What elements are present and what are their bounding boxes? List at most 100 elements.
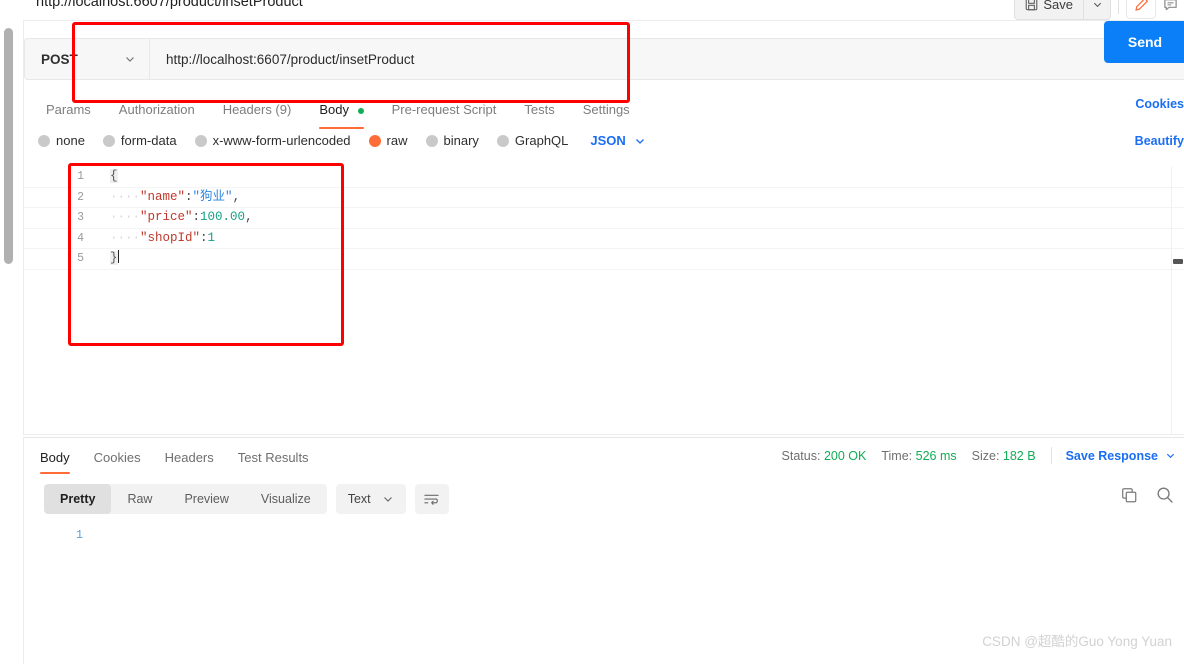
body-type-raw[interactable]: raw <box>368 133 408 148</box>
tab-pre-request-script-label: Pre-request Script <box>391 102 497 117</box>
tab-tests[interactable]: Tests <box>510 96 568 124</box>
floppy-disk-icon <box>1025 0 1038 11</box>
editor-line-number: 4 <box>77 231 84 245</box>
body-type-form-data[interactable]: form-data <box>102 133 177 148</box>
body-type-binary[interactable]: binary <box>425 133 479 148</box>
body-type-form-data-label: form-data <box>120 133 177 148</box>
body-type-urlencoded[interactable]: x-www-form-urlencoded <box>194 133 351 148</box>
editor-line[interactable]: 1 { <box>24 167 1184 188</box>
save-button[interactable]: Save <box>1014 0 1084 20</box>
response-line-number: 1 <box>76 529 83 542</box>
send-button[interactable]: Send <box>1104 21 1184 63</box>
response-toolbar: Pretty Raw Preview Visualize Text <box>44 484 449 514</box>
editor-line-code: } <box>110 250 119 265</box>
response-view-mode-group: Pretty Raw Preview Visualize <box>44 484 327 514</box>
save-toolbar-cluster: Save <box>1014 0 1184 20</box>
save-button-label: Save <box>1043 0 1073 12</box>
tab-body[interactable]: Body <box>305 96 377 129</box>
response-tab-cookies-label: Cookies <box>93 450 141 465</box>
response-type-value: Text <box>347 492 371 506</box>
cookies-link[interactable]: Cookies <box>1135 97 1184 111</box>
view-mode-visualize[interactable]: Visualize <box>245 484 327 514</box>
tab-params-label: Params <box>46 102 91 117</box>
tab-params[interactable]: Params <box>34 96 105 124</box>
save-dropdown-button[interactable] <box>1084 0 1111 20</box>
word-wrap-icon <box>423 492 440 507</box>
response-tab-test-results[interactable]: Test Results <box>226 446 321 470</box>
tab-authorization-label: Authorization <box>118 102 195 117</box>
edit-request-button[interactable] <box>1126 0 1156 19</box>
text-caret <box>117 250 119 263</box>
tab-settings[interactable]: Settings <box>569 96 644 124</box>
http-method-value: POST <box>41 51 78 67</box>
response-tab-test-results-label: Test Results <box>237 450 309 465</box>
body-type-none[interactable]: none <box>38 133 85 148</box>
radio-icon <box>496 134 509 147</box>
url-bar-row: POST http://localhost:6607/product/inset… <box>24 38 1184 80</box>
watermark: CSDN @超酷的Guo Yong Yuan <box>982 634 1172 649</box>
status-label: Status: <box>781 448 821 463</box>
radio-icon <box>38 134 50 147</box>
response-actions <box>1121 486 1174 504</box>
meta-divider <box>1050 447 1052 464</box>
editor-line-number: 5 <box>77 252 84 265</box>
tab-authorization[interactable]: Authorization <box>105 96 209 124</box>
url-input-value: http://localhost:6607/product/insetProdu… <box>166 51 415 67</box>
editor-line-number: 1 <box>77 170 84 183</box>
copy-button[interactable] <box>1121 487 1138 504</box>
body-format-select[interactable]: JSON <box>590 133 645 148</box>
http-method-select[interactable]: POST <box>24 38 149 80</box>
response-tab-body[interactable]: Body <box>28 446 82 474</box>
response-meta: Status: 200 OK Time: 526 ms Size: 182 B … <box>782 447 1176 464</box>
body-type-urlencoded-label: x-www-form-urlencoded <box>212 133 351 148</box>
chevron-down-icon <box>1165 450 1176 461</box>
body-type-options: none form-data x-www-form-urlencoded raw… <box>38 133 646 148</box>
page-scrollbar-track[interactable] <box>0 0 16 664</box>
request-body-editor[interactable]: 1 { 2 ····"name":"狗业", 3 ····"price":100… <box>24 167 1184 434</box>
view-mode-pretty[interactable]: Pretty <box>44 484 112 514</box>
body-type-raw-label: raw <box>386 133 408 148</box>
editor-scrollbar-track[interactable] <box>1171 167 1184 434</box>
editor-line-number: 3 <box>77 211 84 224</box>
response-tab-body-label: Body <box>40 450 70 465</box>
copy-icon <box>1121 487 1138 504</box>
status-badge: Status: 200 OK <box>782 449 867 463</box>
time-value: 526 ms <box>915 448 957 463</box>
response-tab-cookies[interactable]: Cookies <box>82 446 153 470</box>
time-badge: Time: 526 ms <box>881 449 956 463</box>
tab-pre-request-script[interactable]: Pre-request Script <box>378 96 511 124</box>
comment-icon <box>1163 0 1178 12</box>
editor-line[interactable]: 2 ····"name":"狗业", <box>24 188 1184 208</box>
body-modified-dot-icon <box>357 107 364 114</box>
size-badge: Size: 182 B <box>972 449 1036 463</box>
tab-tests-label: Tests <box>524 102 555 117</box>
body-type-graphql[interactable]: GraphQL <box>496 133 568 148</box>
url-input[interactable]: http://localhost:6607/product/insetProdu… <box>149 38 1184 80</box>
editor-line[interactable]: 5 } <box>24 249 1184 270</box>
radio-selected-icon <box>368 134 381 147</box>
size-label: Size: <box>971 448 1000 463</box>
editor-scrollbar-thumb[interactable] <box>1173 259 1183 264</box>
response-type-select[interactable]: Text <box>335 484 406 514</box>
radio-icon <box>425 134 438 147</box>
comment-button[interactable] <box>1156 0 1184 18</box>
editor-line-number: 2 <box>77 190 84 204</box>
search-icon <box>1156 486 1174 504</box>
search-button[interactable] <box>1156 486 1174 504</box>
response-tab-headers[interactable]: Headers <box>153 446 226 470</box>
request-tabs: Params Authorization Headers (9) Body Pr… <box>34 96 644 129</box>
toolbar-divider <box>1118 0 1119 14</box>
view-mode-preview[interactable]: Preview <box>168 484 244 514</box>
editor-line[interactable]: 4 ····"shopId":1 <box>24 229 1184 249</box>
editor-line[interactable]: 3 ····"price":100.00, <box>24 208 1184 229</box>
beautify-link[interactable]: Beautify <box>1135 134 1184 148</box>
size-value: 182 B <box>1002 448 1036 463</box>
response-tab-active-underline <box>40 472 70 474</box>
view-mode-raw[interactable]: Raw <box>111 484 168 514</box>
word-wrap-button[interactable] <box>414 484 449 514</box>
save-response-button[interactable]: Save Response <box>1066 449 1176 463</box>
editor-line-code: ····"shopId":1 <box>110 230 216 245</box>
page-scrollbar-thumb[interactable] <box>4 28 13 264</box>
tab-headers[interactable]: Headers (9) <box>209 96 306 124</box>
chevron-down-icon <box>634 135 646 147</box>
